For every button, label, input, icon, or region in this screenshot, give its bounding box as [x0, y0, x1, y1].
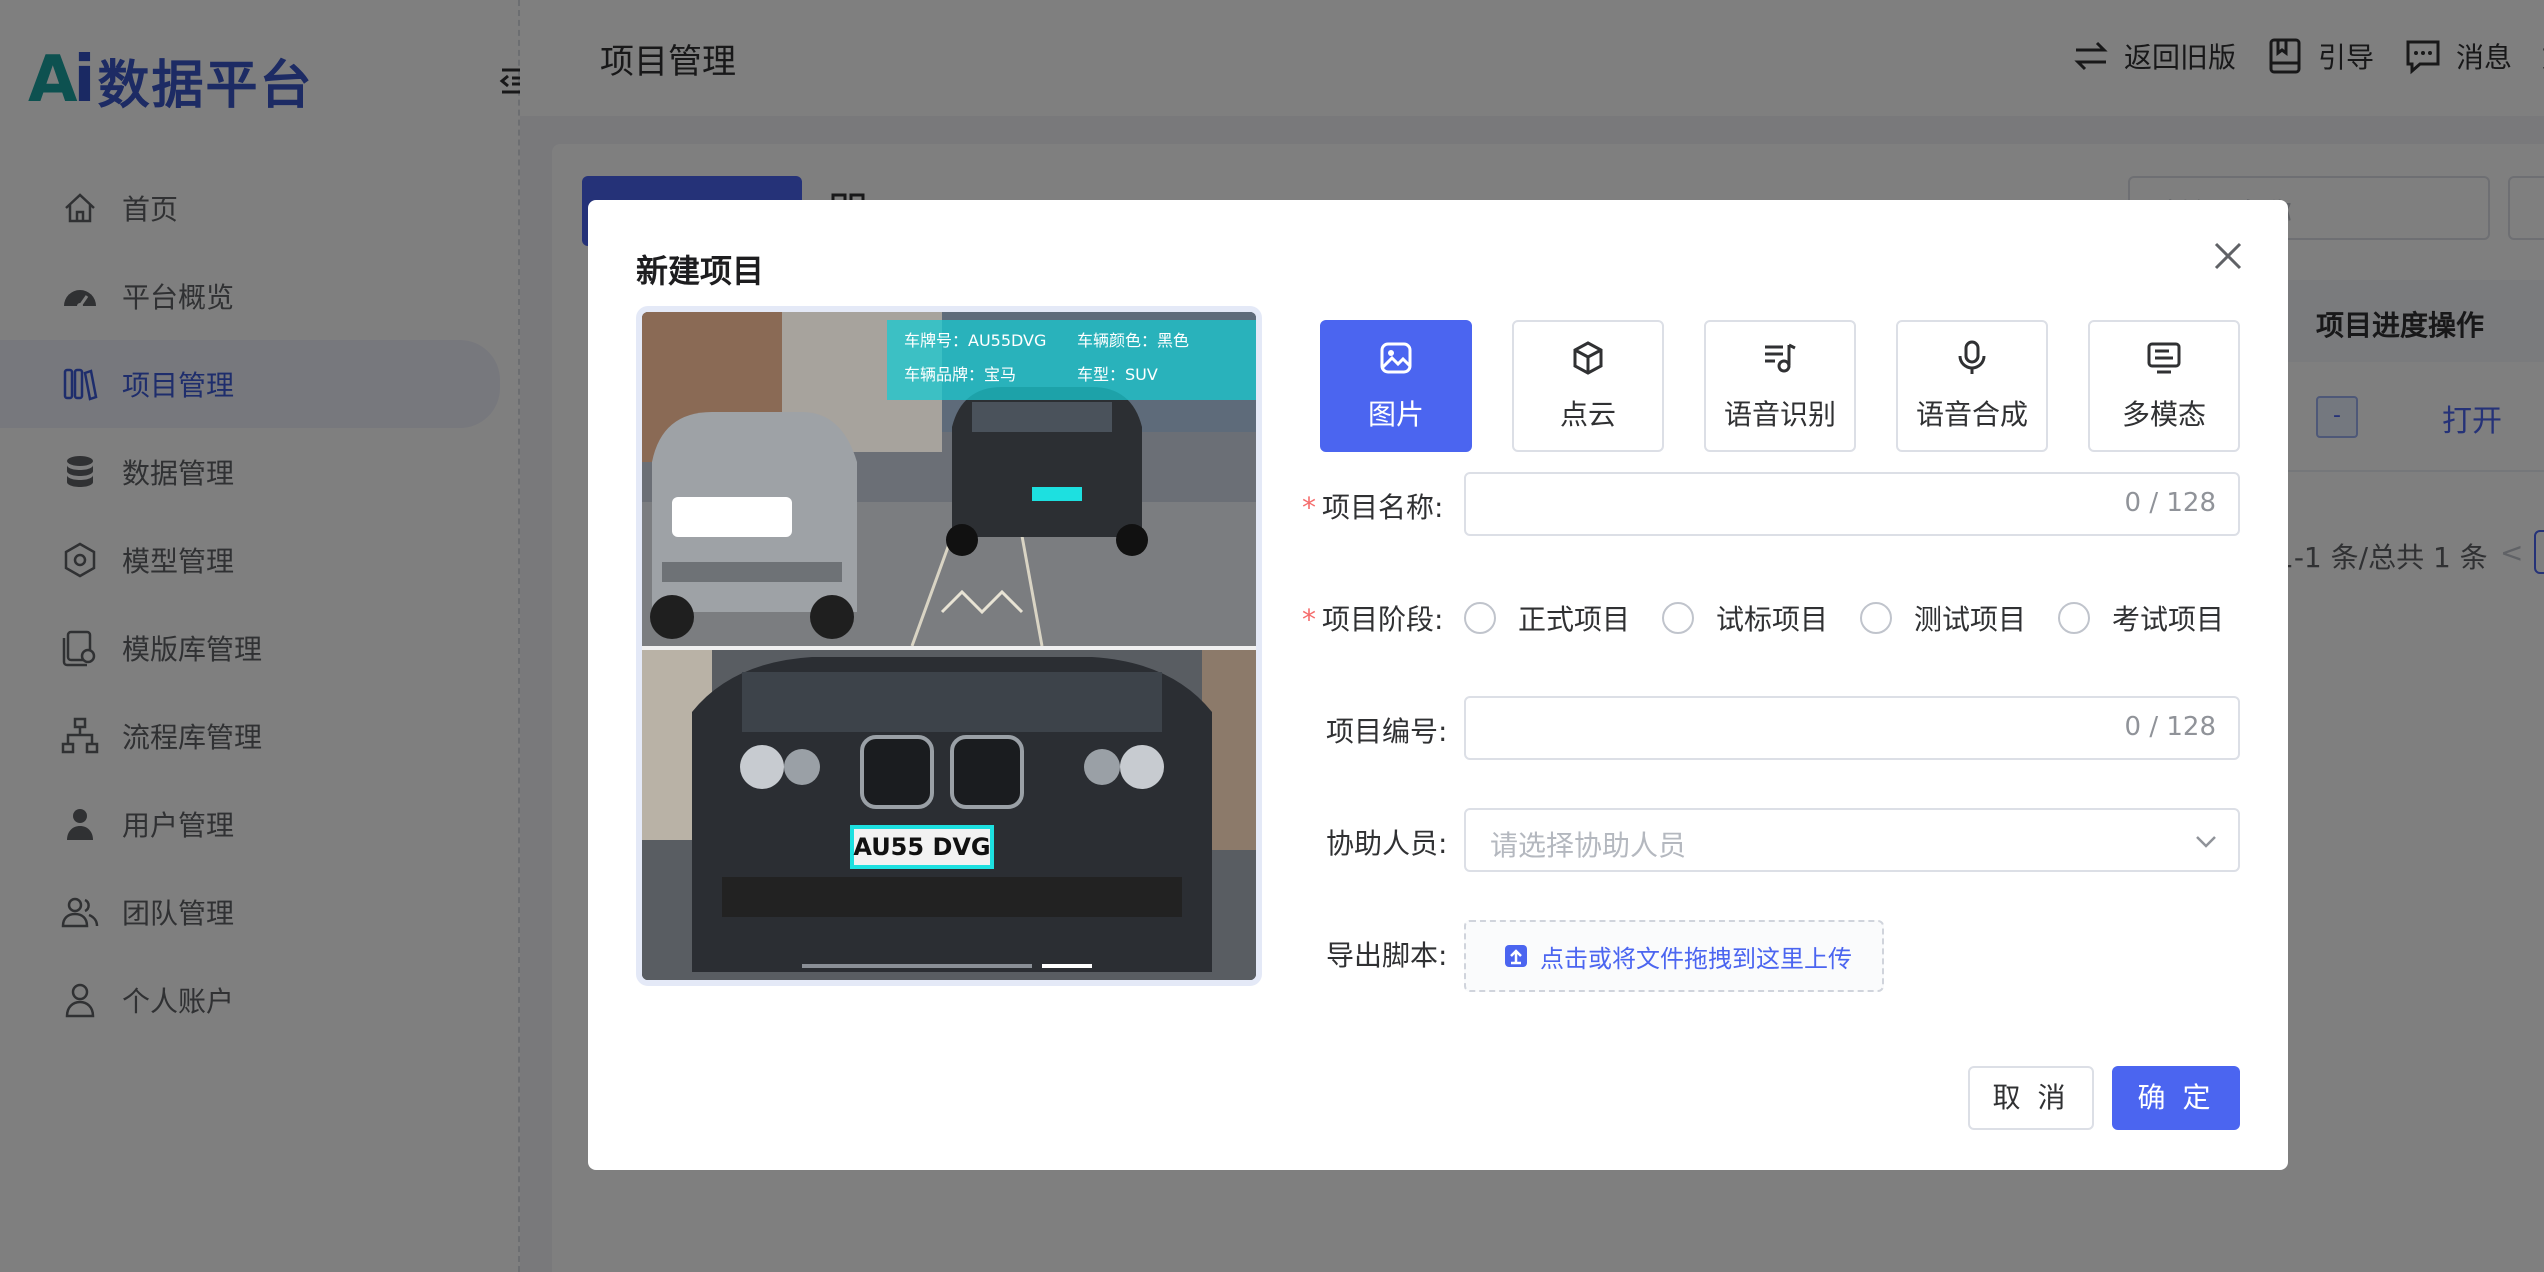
type-card-label: 语音识别	[1723, 398, 1836, 431]
char-count: 0 / 128	[2124, 488, 2216, 518]
project-name-input[interactable]: 0 / 128	[1464, 472, 2240, 536]
monitor-icon	[2147, 342, 2181, 374]
type-card-label: 多模态	[2121, 398, 2206, 431]
select-placeholder: 请选择协助人员	[1490, 829, 1687, 862]
cube-icon	[1573, 341, 1603, 375]
upload-text: 点击或将文件拖拽到这里上传	[1540, 944, 1852, 973]
radio-label: 试标项目	[1716, 603, 1829, 636]
radio-label: 测试项目	[1914, 603, 2027, 636]
type-card-label: 图片	[1367, 398, 1424, 431]
upload-icon	[1505, 945, 1527, 967]
required-mark: *	[1302, 491, 1316, 524]
caption-brand: 车辆品牌：宝马	[904, 365, 1016, 384]
radio-test-project[interactable]: 测试项目	[1860, 598, 2026, 638]
type-preview-image: 车牌号：AU55DVG 车辆颜色：黑色 车辆品牌：宝马 车型：SUV AU55 …	[636, 306, 1262, 986]
radio-circle[interactable]	[1860, 602, 1893, 634]
radio-label: 正式项目	[1518, 603, 1631, 636]
project-stage-label: * 项目阶段:	[1302, 598, 1443, 638]
radio-exam-project[interactable]: 考试项目	[2058, 598, 2224, 638]
plate-text: AU55 DVG	[853, 833, 990, 861]
radio-circle[interactable]	[1464, 602, 1496, 634]
confirm-button[interactable]: 确 定	[2112, 1066, 2240, 1130]
type-card-point-cloud[interactable]: 点云	[1512, 320, 1664, 452]
chevron-down-icon	[2196, 836, 2216, 848]
project-code-input[interactable]: 0 / 128	[1464, 696, 2240, 760]
export-script-label: 导出脚本:	[1326, 939, 1448, 972]
radio-circle[interactable]	[2058, 602, 2091, 634]
project-type-selector: 图片 点云 语音识别 语音合成 多模态	[1320, 320, 2280, 452]
type-card-speech-synthesis[interactable]: 语音合成	[1896, 320, 2048, 452]
cancel-button[interactable]: 取 消	[1968, 1066, 2094, 1130]
image-icon	[1380, 342, 1412, 374]
carousel-indicator[interactable]	[1042, 964, 1092, 968]
char-count: 0 / 128	[2124, 712, 2216, 742]
dialog-title: 新建项目	[636, 252, 765, 290]
type-card-label: 语音合成	[1915, 398, 2028, 431]
type-card-label: 点云	[1559, 398, 1616, 431]
carousel-indicator[interactable]	[802, 964, 1032, 968]
label-text: 项目阶段:	[1322, 603, 1444, 636]
label-text: 项目名称:	[1322, 491, 1444, 524]
type-card-multimodal[interactable]: 多模态	[2088, 320, 2240, 452]
caption-color: 车辆颜色：黑色	[1077, 331, 1189, 350]
audio-note-icon	[1765, 343, 1796, 373]
helpers-label: 协助人员:	[1326, 827, 1448, 860]
radio-label: 考试项目	[2112, 603, 2225, 636]
caption-type: 车型：SUV	[1077, 365, 1158, 384]
microphone-icon	[1958, 340, 1986, 374]
radio-circle[interactable]	[1662, 602, 1695, 634]
helpers-select[interactable]: 请选择协助人员	[1464, 808, 2240, 872]
required-mark: *	[1302, 603, 1316, 636]
close-icon[interactable]	[2210, 238, 2246, 274]
new-project-dialog: 新建项目 车牌号：AU55DVG 车辆颜色：黑色 车辆品牌：宝马 车型：SUV …	[588, 200, 2288, 1170]
project-name-label: * 项目名称:	[1302, 486, 1443, 526]
caption-plate: 车牌号：AU55DVG	[904, 331, 1046, 350]
type-card-speech-recognition[interactable]: 语音识别	[1704, 320, 1856, 452]
script-upload-dropzone[interactable]: 点击或将文件拖拽到这里上传	[1464, 920, 1884, 992]
type-card-image[interactable]: 图片	[1320, 320, 1472, 452]
radio-formal-project[interactable]: 正式项目	[1464, 598, 1630, 638]
project-code-label: 项目编号:	[1326, 715, 1448, 748]
project-stage-radio-group: 正式项目 试标项目 测试项目 考试项目	[1464, 598, 2256, 638]
radio-trial-project[interactable]: 试标项目	[1662, 598, 1828, 638]
